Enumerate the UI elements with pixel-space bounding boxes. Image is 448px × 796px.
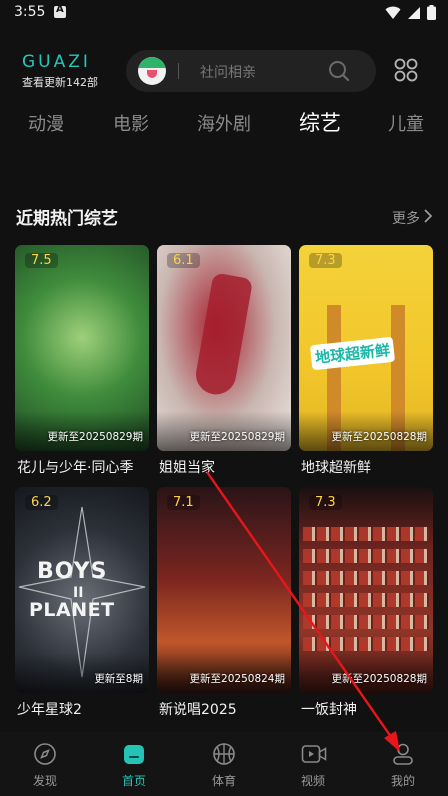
update-label: 更新至20250828期 bbox=[331, 431, 427, 443]
nav-label: 首页 bbox=[121, 774, 146, 788]
show-title[interactable]: 少年星球2 bbox=[17, 699, 82, 719]
update-label: 更新至20250829期 bbox=[189, 431, 285, 443]
nav-label: 视频 bbox=[300, 774, 325, 788]
show-poster[interactable]: 地球超新鲜 7.3 更新至20250828期 bbox=[299, 245, 433, 451]
status-bar: 3:55 bbox=[0, 0, 448, 26]
mascot-icon bbox=[138, 57, 166, 85]
user-icon bbox=[393, 743, 413, 765]
poster-logo: PLANET bbox=[29, 599, 115, 621]
wifi-icon bbox=[385, 6, 401, 19]
search-placeholder: 社问相亲 bbox=[200, 65, 256, 81]
nav-sports[interactable]: 体育 bbox=[189, 732, 259, 796]
poster-art bbox=[303, 571, 429, 585]
rating-badge: 7.5 bbox=[25, 253, 58, 268]
show-title[interactable]: 地球超新鲜 bbox=[301, 457, 371, 477]
show-card[interactable]: BOYS II PLANET 6.2 更新至8期 少年星球2 bbox=[15, 487, 149, 718]
tab-kids[interactable]: 儿童 bbox=[388, 110, 424, 136]
rating-badge: 7.3 bbox=[309, 253, 342, 268]
show-card[interactable]: 地球超新鲜 7.3 更新至20250828期 地球超新鲜 bbox=[299, 245, 433, 476]
tab-anime[interactable]: 动漫 bbox=[28, 110, 64, 136]
rating-badge: 6.1 bbox=[167, 253, 200, 268]
update-label: 更新至20250829期 bbox=[47, 431, 143, 443]
rating-badge: 7.3 bbox=[309, 495, 342, 510]
update-label: 更新至20250828期 bbox=[331, 673, 427, 685]
compass-icon bbox=[34, 743, 56, 765]
show-title[interactable]: 一饭封神 bbox=[301, 699, 357, 719]
chevron-right-icon[interactable] bbox=[424, 209, 432, 223]
category-grid-icon[interactable] bbox=[394, 58, 418, 82]
nav-label: 体育 bbox=[211, 774, 236, 788]
tab-movie[interactable]: 电影 bbox=[113, 110, 149, 136]
nav-video[interactable]: 视频 bbox=[278, 732, 348, 796]
signal-icon bbox=[408, 6, 420, 19]
video-icon bbox=[301, 745, 327, 763]
poster-logo: BOYS bbox=[37, 559, 108, 584]
show-poster[interactable]: 7.5 更新至20250829期 bbox=[15, 245, 149, 451]
more-link[interactable]: 更多 bbox=[392, 208, 420, 228]
search-divider bbox=[178, 63, 179, 79]
basketball-icon bbox=[213, 743, 235, 765]
search-bar[interactable]: 社问相亲 bbox=[126, 50, 376, 92]
poster-art bbox=[303, 615, 429, 629]
nav-discover[interactable]: 发现 bbox=[10, 732, 80, 796]
show-card[interactable]: 6.1 更新至20250829期 姐姐当家 bbox=[157, 245, 291, 476]
show-title[interactable]: 新说唱2025 bbox=[159, 699, 237, 719]
update-label: 更新至8期 bbox=[94, 673, 143, 685]
show-card[interactable]: 7.1 更新至20250824期 新说唱2025 bbox=[157, 487, 291, 718]
poster-art bbox=[192, 272, 254, 398]
rating-badge: 6.2 bbox=[25, 495, 58, 510]
brand-name: GUAZI bbox=[22, 52, 91, 72]
notification-app-icon bbox=[54, 4, 66, 18]
brand-logo[interactable]: GUAZI 查看更新142部 bbox=[22, 52, 118, 90]
nav-label: 我的 bbox=[390, 774, 415, 788]
nav-label: 发现 bbox=[32, 774, 57, 788]
nav-profile[interactable]: 我的 bbox=[368, 732, 438, 796]
home-icon bbox=[124, 745, 144, 764]
poster-logo: 地球超新鲜 bbox=[309, 336, 396, 371]
show-poster[interactable]: 6.1 更新至20250829期 bbox=[157, 245, 291, 451]
update-label: 更新至20250824期 bbox=[189, 673, 285, 685]
poster-art bbox=[303, 527, 429, 541]
status-time: 3:55 bbox=[14, 4, 46, 20]
section-title: 近期热门综艺 bbox=[16, 209, 118, 229]
tab-overseas[interactable]: 海外剧 bbox=[197, 110, 251, 136]
show-card[interactable]: 7.5 更新至20250829期 花儿与少年·同心季 bbox=[15, 245, 149, 476]
show-card[interactable]: 7.3 更新至20250828期 一饭封神 bbox=[299, 487, 433, 718]
show-poster[interactable]: BOYS II PLANET 6.2 更新至8期 bbox=[15, 487, 149, 693]
update-count-link[interactable]: 查看更新142部 bbox=[22, 74, 118, 90]
show-title[interactable]: 姐姐当家 bbox=[159, 457, 215, 477]
show-poster[interactable]: 7.3 更新至20250828期 bbox=[299, 487, 433, 693]
nav-home[interactable]: 首页 bbox=[99, 732, 169, 796]
show-title[interactable]: 花儿与少年·同心季 bbox=[17, 457, 133, 477]
tab-variety[interactable]: 综艺 bbox=[299, 107, 341, 137]
category-tabs: 动漫 电影 海外剧 综艺 儿童 bbox=[0, 106, 448, 140]
status-indicators bbox=[385, 5, 436, 20]
poster-art bbox=[303, 593, 429, 607]
bottom-nav: 发现 首页 体育 视频 我的 bbox=[0, 732, 448, 796]
battery-icon bbox=[427, 5, 436, 20]
search-icon[interactable] bbox=[328, 60, 350, 82]
rating-badge: 7.1 bbox=[167, 495, 200, 510]
show-poster[interactable]: 7.1 更新至20250824期 bbox=[157, 487, 291, 693]
poster-art bbox=[303, 637, 429, 651]
poster-art bbox=[303, 549, 429, 563]
